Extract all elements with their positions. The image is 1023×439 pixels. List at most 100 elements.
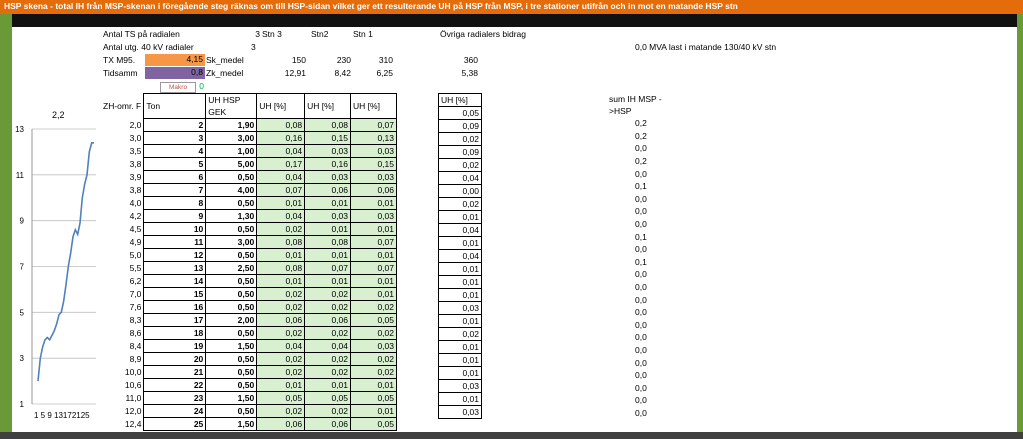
uh-ovriga-value: 0,04 — [438, 223, 482, 237]
uh-ovriga-value: 0,01 — [438, 392, 482, 406]
uh-hsp-gek-value[interactable]: 4,00 — [205, 183, 258, 197]
uh-hsp-gek-value[interactable]: 0,50 — [205, 378, 258, 392]
table-row: 5,0 12 0,50 0,01 0,01 0,01 — [101, 248, 397, 262]
uh-stn3-value: 0,04 — [256, 339, 306, 353]
antal-utg-value[interactable]: 3 — [251, 42, 256, 53]
ton-value: 9 — [143, 209, 207, 223]
sk-stn1: 310 — [378, 55, 393, 65]
uh-ovriga-value: 0,03 — [438, 379, 482, 393]
uh-hsp-gek-value[interactable]: 0,50 — [205, 326, 258, 340]
y-tick-label: 13 — [15, 125, 24, 134]
uh-stn3-value: 0,01 — [256, 274, 306, 288]
uh-hsp-gek-value[interactable]: 0,50 — [205, 274, 258, 288]
zk-stn2: 8,42 — [334, 68, 351, 78]
uh-ovriga-value: 0,01 — [438, 366, 482, 380]
uh-hsp-gek-value[interactable]: 1,50 — [205, 391, 258, 405]
sum-value: 0,0 — [635, 206, 647, 217]
uh-ovriga-value: 0,02 — [438, 132, 482, 146]
zh-value: 3,8 — [129, 159, 142, 169]
sum-value: 0,2 — [635, 130, 647, 141]
ton-value: 7 — [143, 183, 207, 197]
sum-value: 0,0 — [635, 319, 647, 330]
uh-stn1-value: 0,07 — [350, 118, 397, 132]
page-title: HSP skena - total IH från MSP-skenan i f… — [4, 1, 738, 11]
stn3-label: Stn 3 — [262, 29, 282, 39]
uh-hsp-gek-value[interactable]: 3,00 — [205, 235, 258, 249]
tx-value-cell[interactable]: 4,15 — [145, 54, 205, 66]
series-line — [37, 142, 94, 382]
table-row: 5,5 13 2,50 0,08 0,07 0,07 — [101, 261, 397, 275]
antal-utg-label: Antal utg. 40 kV radialer — [103, 42, 194, 52]
uh-hsp-gek-value[interactable]: 0,50 — [205, 300, 258, 314]
zh-value: 4,5 — [129, 224, 142, 234]
zh-value: 5,5 — [129, 263, 142, 273]
uh-ovriga-value: 0,05 — [438, 106, 482, 120]
sum-value: 0,0 — [635, 332, 647, 343]
ton-value: 21 — [143, 365, 207, 379]
uh-hsp-gek-value[interactable]: 1,00 — [205, 144, 258, 158]
uh-stn3-value: 0,06 — [256, 313, 306, 327]
uh-stn1-value: 0,03 — [350, 209, 397, 223]
header-cell: UH [%] — [256, 93, 306, 119]
uh-hsp-gek-value[interactable]: 0,50 — [205, 170, 258, 184]
y-tick-label: 7 — [20, 263, 25, 272]
sum-value: 0,0 — [635, 219, 647, 230]
uh-hsp-gek-value[interactable]: 2,50 — [205, 261, 258, 275]
uh-hsp-gek-value[interactable]: 1,30 — [205, 209, 258, 223]
table-row: 3,8 5 5,00 0,17 0,16 0,15 — [101, 157, 397, 171]
chart-title: 2,2 — [52, 110, 65, 120]
uh-stn2-value: 0,01 — [304, 196, 352, 210]
uh-hsp-gek-value[interactable]: 0,50 — [205, 287, 258, 301]
uh-hsp-gek-value[interactable]: 0,50 — [205, 352, 258, 366]
uh-hsp-gek-value[interactable]: 0,50 — [205, 365, 258, 379]
uh-stn2-value: 0,06 — [304, 313, 352, 327]
uh-stn1-value: 0,15 — [350, 157, 397, 171]
zh-value: 8,9 — [129, 354, 142, 364]
uh-ovriga-value: 0,09 — [438, 119, 482, 133]
uh-stn2-value: 0,02 — [304, 352, 352, 366]
y-tick-label: 3 — [20, 354, 25, 363]
uh-hsp-gek-value[interactable]: 0,50 — [205, 404, 258, 418]
table-row: 8,3 17 2,00 0,06 0,06 0,05 — [101, 313, 397, 327]
zk-label: Zk_medel — [206, 68, 244, 78]
uh-stn1-value: 0,01 — [350, 378, 397, 392]
table-row: 8,6 18 0,50 0,02 0,02 0,02 — [101, 326, 397, 340]
zh-value: 5,0 — [129, 250, 142, 260]
left-border — [0, 0, 12, 439]
sum-value: 0,1 — [635, 181, 647, 192]
tid-value-cell[interactable]: 0,8 — [145, 67, 205, 79]
uh-stn3-value: 0,08 — [256, 235, 306, 249]
zk-stn1: 6,25 — [376, 68, 393, 78]
uh-hsp-gek-value[interactable]: 1,50 — [205, 339, 258, 353]
uh-stn1-value: 0,07 — [350, 235, 397, 249]
uh-hsp-gek-value[interactable]: 5,00 — [205, 157, 258, 171]
zh-value: 6,2 — [129, 276, 142, 286]
uh-stn1-value: 0,07 — [350, 261, 397, 275]
sum-value: 0,1 — [635, 256, 647, 267]
uh-hsp-gek-value[interactable]: 1,90 — [205, 118, 258, 132]
zh-value: 2,0 — [129, 120, 142, 130]
uh-hsp-gek-value[interactable]: 2,00 — [205, 313, 258, 327]
uh-hsp-gek-value[interactable]: 3,00 — [205, 131, 258, 145]
antal-ts-label: Antal TS på radialen — [103, 29, 180, 39]
table-row: 10,0 21 0,50 0,02 0,02 0,02 — [101, 365, 397, 379]
uh-table: ZH-omr. F Ton UH HSP GEK UH [%] UH [%] UH [%]… — [101, 93, 397, 431]
uh-stn2-value: 0,16 — [304, 157, 352, 171]
table-row: 3,0 3 3,00 0,16 0,15 0,13 — [101, 131, 397, 145]
ton-value: 8 — [143, 196, 207, 210]
uh-stn3-value: 0,07 — [256, 183, 306, 197]
uh-hsp-gek-value[interactable]: 0,50 — [205, 196, 258, 210]
uh-stn3-value: 0,17 — [256, 157, 306, 171]
zh-value: 8,4 — [129, 341, 142, 351]
ton-value: 14 — [143, 274, 207, 288]
uh-stn2-value: 0,02 — [304, 326, 352, 340]
y-tick-label: 11 — [16, 171, 25, 180]
antal-ts-value[interactable]: 3 — [246, 29, 260, 40]
uh-hsp-gek-value[interactable]: 1,50 — [205, 417, 258, 431]
sum-value: 0,0 — [635, 382, 647, 393]
uh-stn2-value: 0,04 — [304, 339, 352, 353]
table-row: 11,0 23 1,50 0,05 0,05 0,05 — [101, 391, 397, 405]
uh-hsp-gek-value[interactable]: 0,50 — [205, 222, 258, 236]
uh-hsp-gek-value[interactable]: 0,50 — [205, 248, 258, 262]
sum-value: 0,0 — [635, 407, 647, 418]
